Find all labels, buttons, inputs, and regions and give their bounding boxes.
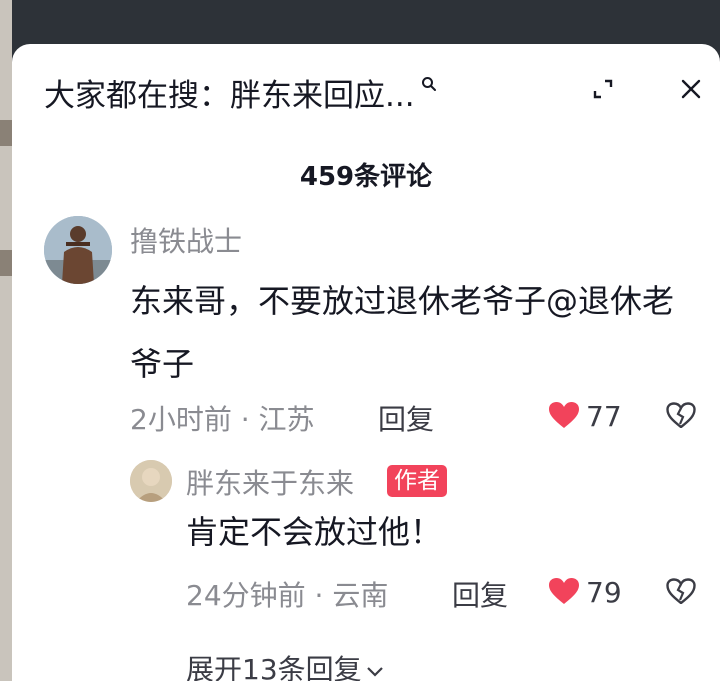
background-stripe xyxy=(0,250,12,276)
broken-heart-icon xyxy=(666,578,696,608)
heart-icon xyxy=(548,577,580,609)
background-strip xyxy=(0,0,12,681)
meta-separator: · xyxy=(240,403,259,436)
reply-location: 云南 xyxy=(332,579,389,612)
search-prefix: 大家都在搜： xyxy=(44,78,230,114)
dislike-button[interactable] xyxy=(666,402,696,432)
reply-meta: 24分钟前 · 云南 xyxy=(186,574,388,614)
heart-icon xyxy=(548,401,580,433)
search-query[interactable]: 胖东来回应... xyxy=(230,70,415,115)
comment-location: 江苏 xyxy=(258,403,315,436)
reply-dislike-button[interactable] xyxy=(666,578,696,608)
search-suggestion-bar[interactable]: 大家都在搜： 胖东来回应... xyxy=(44,70,437,115)
reply-username[interactable]: 胖东来于东来 xyxy=(186,462,354,502)
like-button[interactable]: 77 xyxy=(548,400,622,433)
expand-replies-button[interactable]: 展开13条回复 xyxy=(186,648,384,681)
broken-heart-icon xyxy=(666,402,696,432)
comment-time: 2小时前 xyxy=(130,403,232,436)
chevron-down-icon xyxy=(366,652,384,681)
comments-panel: 大家都在搜： 胖东来回应... 459条评论 撸铁战士 东来哥，不要放过退休老爷… xyxy=(12,44,720,681)
like-count: 77 xyxy=(586,400,622,433)
comment-username[interactable]: 撸铁战士 xyxy=(130,220,242,260)
avatar[interactable] xyxy=(44,216,112,284)
reply-text: 肯定不会放过他！ xyxy=(186,513,443,551)
expand-replies-label: 展开13条回复 xyxy=(186,653,362,681)
reply-like-button[interactable]: 79 xyxy=(548,576,622,609)
reply-like-count: 79 xyxy=(586,576,622,609)
meta-separator: · xyxy=(314,579,333,612)
reply-button[interactable]: 回复 xyxy=(452,574,508,614)
close-icon[interactable] xyxy=(680,78,702,104)
background-stripe xyxy=(0,120,12,146)
comment-text: 东来哥，不要放过退休老爷子@退休老爷子 xyxy=(130,282,675,383)
author-badge: 作者 xyxy=(387,465,447,497)
reply-avatar[interactable] xyxy=(130,460,172,502)
reply-button[interactable]: 回复 xyxy=(378,398,434,438)
comment-count: 459条评论 xyxy=(299,162,433,192)
expand-icon[interactable] xyxy=(592,78,614,104)
reply-time: 24分钟前 xyxy=(186,579,306,612)
search-icon[interactable] xyxy=(421,76,437,96)
comment-meta: 2小时前 · 江苏 xyxy=(130,398,315,438)
